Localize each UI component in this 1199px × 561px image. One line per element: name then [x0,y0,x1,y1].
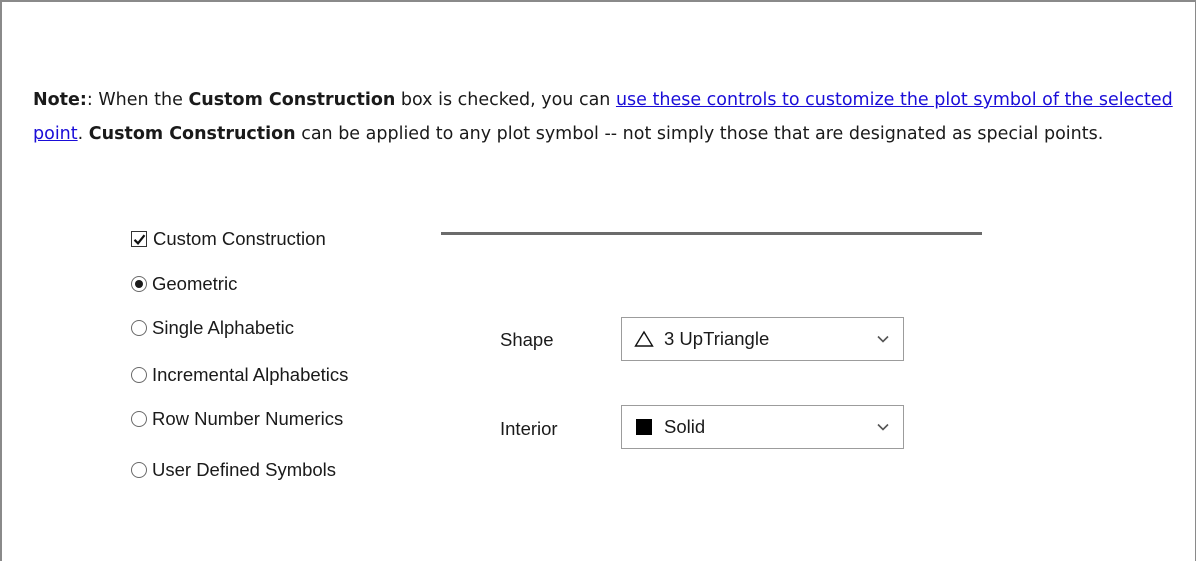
interior-label: Interior [500,418,558,439]
checkbox-box[interactable] [131,231,147,247]
checkmark-icon [133,234,145,245]
note-text-1: : When the [86,90,189,110]
chevron-down-icon[interactable] [863,335,903,343]
note-paragraph: Note:: When the Custom Construction box … [33,83,1173,151]
radio-label-incremental-alphabetics: Incremental Alphabetics [152,364,349,385]
radio-circle[interactable] [131,320,147,336]
note-text-2: box is checked, you can [395,90,616,110]
solid-square-icon [624,417,664,437]
note-term-custom-construction-2: Custom Construction [88,124,296,144]
custom-construction-label: Custom Construction [153,228,326,249]
shape-label: Shape [500,329,554,350]
note-text-4: can be applied to any plot symbol -- not… [295,124,1104,144]
radio-single-alphabetic[interactable]: Single Alphabetic [131,317,294,339]
chevron-down-icon[interactable] [863,423,903,431]
up-triangle-icon [624,330,664,348]
radio-row-number-numerics[interactable]: Row Number Numerics [131,408,343,430]
radio-label-geometric: Geometric [152,273,238,294]
radio-label-single-alphabetic: Single Alphabetic [152,317,294,338]
shape-dropdown[interactable]: 3 UpTriangle [621,317,904,361]
note-label: Note: [33,90,87,110]
radio-circle[interactable] [131,411,147,427]
note-term-custom-construction: Custom Construction [188,90,396,110]
radio-user-defined-symbols[interactable]: User Defined Symbols [131,459,336,481]
radio-circle[interactable] [131,367,147,383]
radio-incremental-alphabetics[interactable]: Incremental Alphabetics [131,364,348,386]
radio-label-row-number-numerics: Row Number Numerics [152,408,344,429]
radio-geometric[interactable]: Geometric [131,273,237,295]
shape-value: 3 UpTriangle [664,328,770,349]
interior-dropdown[interactable]: Solid [621,405,904,449]
interior-value: Solid [664,416,706,437]
radio-circle[interactable] [131,462,147,478]
radio-label-user-defined-symbols: User Defined Symbols [152,459,337,480]
note-text-3: . [77,124,89,144]
custom-construction-checkbox[interactable]: Custom Construction [131,228,326,250]
group-divider [441,232,982,235]
radio-circle-selected[interactable] [131,276,147,292]
